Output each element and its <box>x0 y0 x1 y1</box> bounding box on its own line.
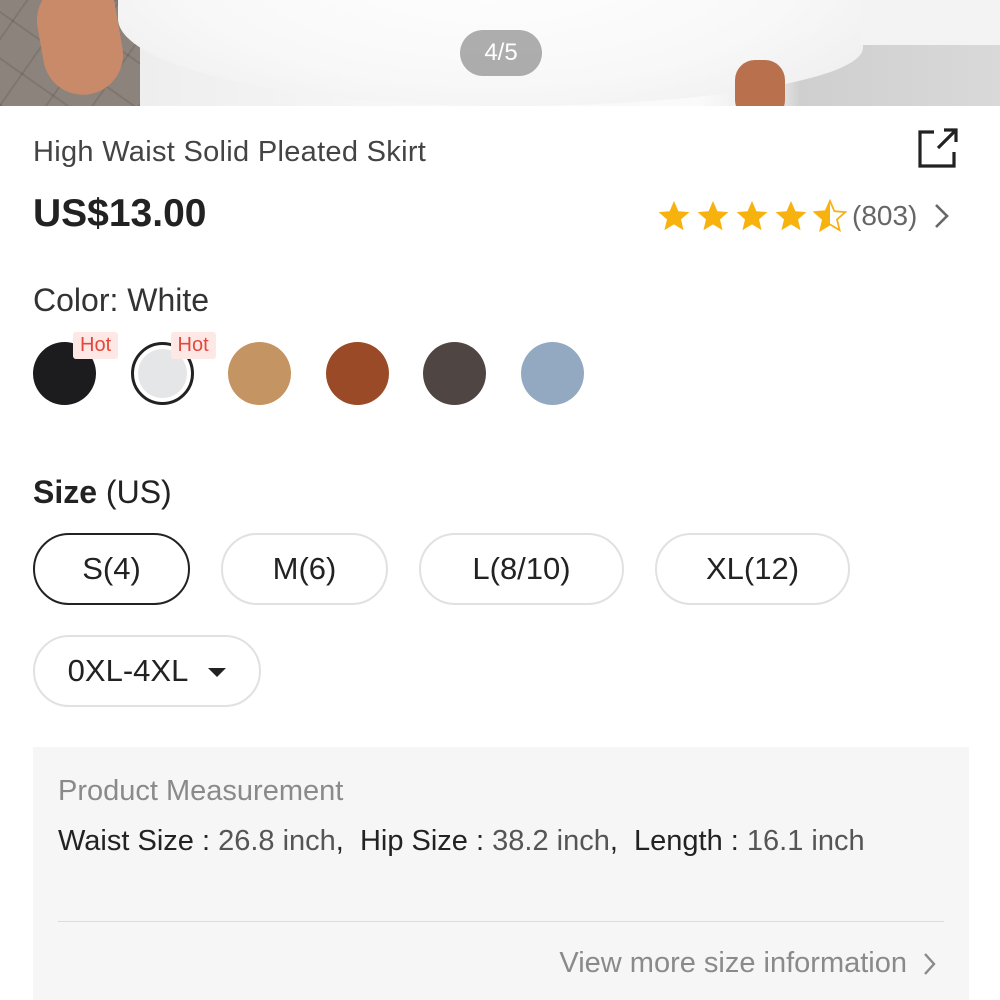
color-swatch-blue[interactable] <box>520 342 584 405</box>
star-icon <box>813 199 847 233</box>
image-counter: 4/5 <box>460 30 542 76</box>
color-label: Color: White <box>33 282 210 318</box>
size-option-m[interactable]: M(6) <box>221 533 388 605</box>
size-range-label: 0XL-4XL <box>67 653 189 688</box>
color-swatch-khaki[interactable] <box>228 342 291 405</box>
size-option-label: M(6) <box>272 551 337 586</box>
rating-stars <box>657 199 852 233</box>
star-icon <box>697 201 729 231</box>
size-option-s[interactable]: S(4) <box>33 533 190 605</box>
view-more-size-link[interactable]: View more size information <box>559 947 939 980</box>
measurement-value: 16.1 inch <box>746 825 865 857</box>
view-more-size-label: View more size information <box>559 947 907 979</box>
product-photo-wall <box>860 0 1000 45</box>
star-icon <box>775 201 807 231</box>
measurement-label: Length <box>634 825 723 857</box>
size-option-label: L(8/10) <box>472 551 571 586</box>
size-label: Size (US) <box>33 474 172 511</box>
star-icon <box>736 201 768 231</box>
chevron-right-icon <box>924 952 936 975</box>
measurement-label: Hip Size <box>359 825 468 857</box>
measurement-value: 38.2 inch <box>492 825 610 857</box>
product-title: High Waist Solid Pleated Skirt <box>33 136 427 168</box>
size-unit: (US) <box>105 474 172 510</box>
chevron-right-icon <box>935 204 950 228</box>
product-measurement-panel: Product Measurement Waist Size : 26.8 in… <box>33 747 969 1000</box>
hot-badge: Hot <box>170 332 216 359</box>
rating-count: (803) <box>852 200 918 231</box>
measurement-value: 26.8 inch <box>218 825 336 857</box>
size-option-l[interactable]: L(8/10) <box>419 533 624 605</box>
size-option-label: S(4) <box>82 551 141 586</box>
color-swatch-list: Hot Hot <box>33 332 633 410</box>
caret-down-icon <box>208 667 227 677</box>
size-range-dropdown[interactable]: 0XL-4XL <box>33 635 261 707</box>
share-icon[interactable] <box>914 124 962 172</box>
product-price: US$13.00 <box>33 192 207 235</box>
measurement-label: Waist Size <box>58 825 194 857</box>
measurement-details: Waist Size : 26.8 inch, Hip Size : 38.2 … <box>58 825 865 857</box>
size-option-xl[interactable]: XL(12) <box>655 533 850 605</box>
rating-summary[interactable]: (803) <box>657 196 953 236</box>
star-icon <box>658 201 690 231</box>
product-photo-leg <box>735 60 785 106</box>
size-label-bold: Size <box>33 474 98 510</box>
divider <box>58 921 944 922</box>
color-swatch-brown[interactable] <box>325 342 389 405</box>
size-option-label: XL(12) <box>705 551 800 586</box>
color-swatch-dark-grey[interactable] <box>423 342 486 405</box>
hot-badge: Hot <box>73 332 119 359</box>
product-image-carousel[interactable]: 4/5 <box>0 0 1000 106</box>
measurement-title: Product Measurement <box>58 775 344 807</box>
